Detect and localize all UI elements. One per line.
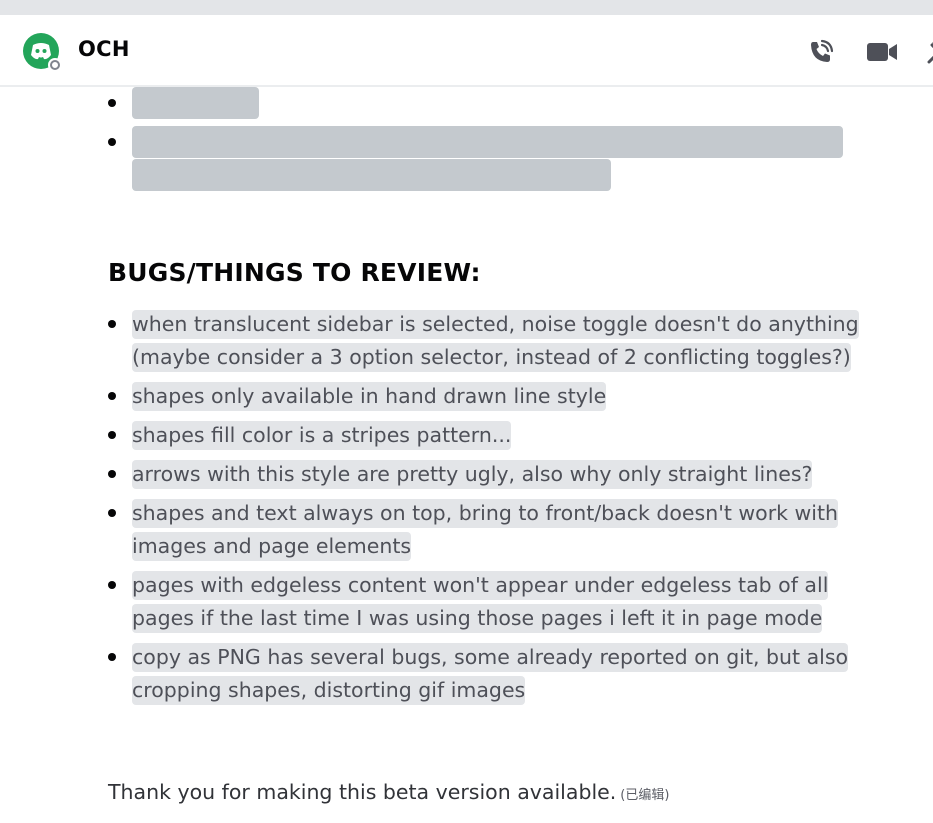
- highlighted-text: when translucent sidebar is selected, no…: [132, 310, 859, 372]
- bug-list: when translucent sidebar is selected, no…: [108, 308, 868, 713]
- list-item: shapes only available in hand drawn line…: [108, 380, 868, 413]
- closing-text: Thank you for making this beta version a…: [108, 780, 617, 804]
- spoiler-block[interactable]: [132, 126, 843, 158]
- avatar[interactable]: [23, 33, 62, 72]
- highlighted-text: arrows with this style are pretty ugly, …: [132, 460, 813, 489]
- call-icon[interactable]: [806, 37, 836, 67]
- list-item: shapes fill color is a stripes pattern..…: [108, 419, 868, 452]
- pin-icon[interactable]: [924, 37, 933, 67]
- spoiler-block[interactable]: [132, 159, 611, 191]
- closing-line: Thank you for making this beta version a…: [108, 780, 669, 804]
- list-bullet: [108, 99, 116, 107]
- highlighted-text: shapes only available in hand drawn line…: [132, 382, 607, 411]
- highlighted-text: pages with edgeless content won't appear…: [132, 571, 829, 633]
- list-item: arrows with this style are pretty ugly, …: [108, 458, 868, 491]
- list-item: pages with edgeless content won't appear…: [108, 569, 868, 635]
- spoiler-block[interactable]: [132, 87, 259, 119]
- window-top-strip: [0, 0, 933, 15]
- highlighted-text: copy as PNG has several bugs, some alrea…: [132, 643, 849, 705]
- channel-title: OCH: [78, 37, 130, 61]
- highlighted-text: shapes and text always on top, bring to …: [132, 499, 839, 561]
- message-heading: BUGS/THINGS TO REVIEW:: [108, 258, 481, 287]
- list-item: copy as PNG has several bugs, some alrea…: [108, 641, 868, 707]
- list-bullet: [108, 138, 116, 146]
- channel-header: OCH: [0, 15, 933, 87]
- highlighted-text: shapes fill color is a stripes pattern..…: [132, 421, 512, 450]
- list-item: when translucent sidebar is selected, no…: [108, 308, 868, 374]
- list-item: shapes and text always on top, bring to …: [108, 497, 868, 563]
- video-call-icon[interactable]: [866, 37, 897, 67]
- edited-label: (已编辑): [620, 788, 670, 803]
- status-indicator: [48, 58, 62, 72]
